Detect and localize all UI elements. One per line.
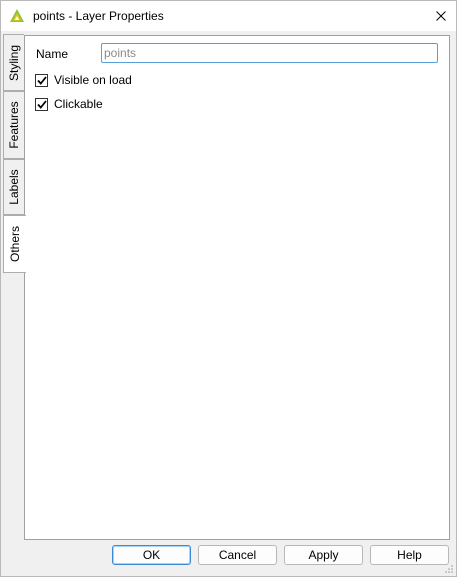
name-label: Name bbox=[36, 47, 69, 61]
cancel-button[interactable]: Cancel bbox=[198, 545, 277, 565]
resize-grip-icon[interactable] bbox=[444, 564, 454, 574]
dialog-button-box: OK Cancel Apply Help bbox=[1, 545, 456, 567]
layer-properties-dialog: points - Layer Properties Styling Featur… bbox=[0, 0, 457, 577]
title-bar[interactable]: points - Layer Properties bbox=[1, 1, 456, 31]
clickable-row[interactable]: Clickable bbox=[35, 97, 103, 111]
window-title: points - Layer Properties bbox=[33, 9, 164, 23]
clickable-checkbox[interactable] bbox=[35, 97, 48, 111]
help-button[interactable]: Help bbox=[370, 545, 449, 565]
visible-on-load-checkbox[interactable] bbox=[35, 73, 48, 87]
visible-on-load-label: Visible on load bbox=[54, 73, 132, 87]
tab-features[interactable]: Features bbox=[3, 91, 24, 159]
tab-label: Styling bbox=[7, 44, 21, 81]
close-icon bbox=[436, 11, 446, 21]
clickable-label: Clickable bbox=[54, 97, 103, 111]
tab-label: Labels bbox=[7, 169, 21, 205]
tab-labels[interactable]: Labels bbox=[3, 159, 24, 215]
tab-label: Features bbox=[7, 101, 21, 149]
close-button[interactable] bbox=[426, 1, 456, 31]
name-input[interactable] bbox=[101, 43, 438, 63]
tab-styling[interactable]: Styling bbox=[3, 34, 24, 91]
ok-button[interactable]: OK bbox=[112, 545, 191, 565]
tab-others[interactable]: Others bbox=[3, 215, 26, 273]
apply-button[interactable]: Apply bbox=[284, 545, 363, 565]
checkmark-icon bbox=[36, 99, 47, 109]
checkmark-icon bbox=[36, 75, 47, 85]
qgis-app-icon bbox=[10, 9, 24, 22]
visible-on-load-row[interactable]: Visible on load bbox=[35, 73, 132, 87]
tab-label: Others bbox=[8, 225, 22, 263]
